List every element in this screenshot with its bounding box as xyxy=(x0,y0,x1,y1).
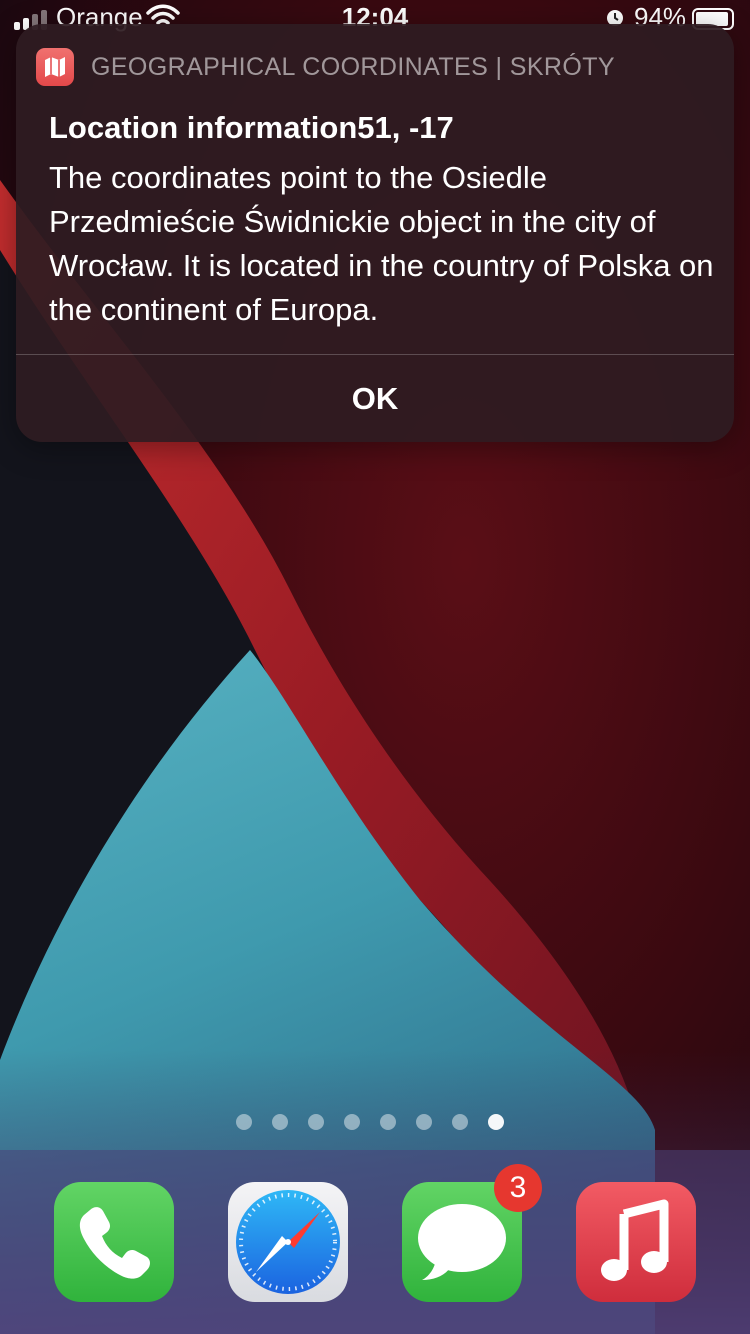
shortcut-alert: GEOGRAPHICAL COORDINATES | SKRÓTY Locati… xyxy=(16,24,734,442)
page-dot[interactable] xyxy=(236,1114,252,1130)
safari-icon xyxy=(236,1190,340,1294)
phone-icon xyxy=(79,1207,150,1279)
page-dot[interactable] xyxy=(308,1114,324,1130)
phone-app[interactable] xyxy=(54,1182,174,1302)
page-dot[interactable] xyxy=(416,1114,432,1130)
alert-title: Location information51, -17 xyxy=(49,110,454,145)
page-dot[interactable] xyxy=(344,1114,360,1130)
dock: 3 xyxy=(0,1150,750,1334)
page-dot[interactable] xyxy=(380,1114,396,1130)
map-icon xyxy=(36,48,74,86)
alert-app-name: GEOGRAPHICAL COORDINATES | SKRÓTY xyxy=(91,52,615,81)
page-indicator[interactable] xyxy=(236,1114,506,1130)
safari-app[interactable] xyxy=(228,1182,348,1302)
page-dot[interactable] xyxy=(488,1114,504,1130)
messages-badge: 3 xyxy=(494,1164,542,1212)
page-dot[interactable] xyxy=(452,1114,468,1130)
music-app[interactable] xyxy=(576,1182,696,1302)
messages-app[interactable]: 3 xyxy=(402,1164,542,1302)
alert-header: GEOGRAPHICAL COORDINATES | SKRÓTY xyxy=(36,48,615,86)
ok-button[interactable]: OK xyxy=(16,355,734,442)
alert-message: The coordinates point to the Osiedle Prz… xyxy=(49,160,714,327)
music-icon xyxy=(601,1199,669,1281)
page-dot[interactable] xyxy=(272,1114,288,1130)
